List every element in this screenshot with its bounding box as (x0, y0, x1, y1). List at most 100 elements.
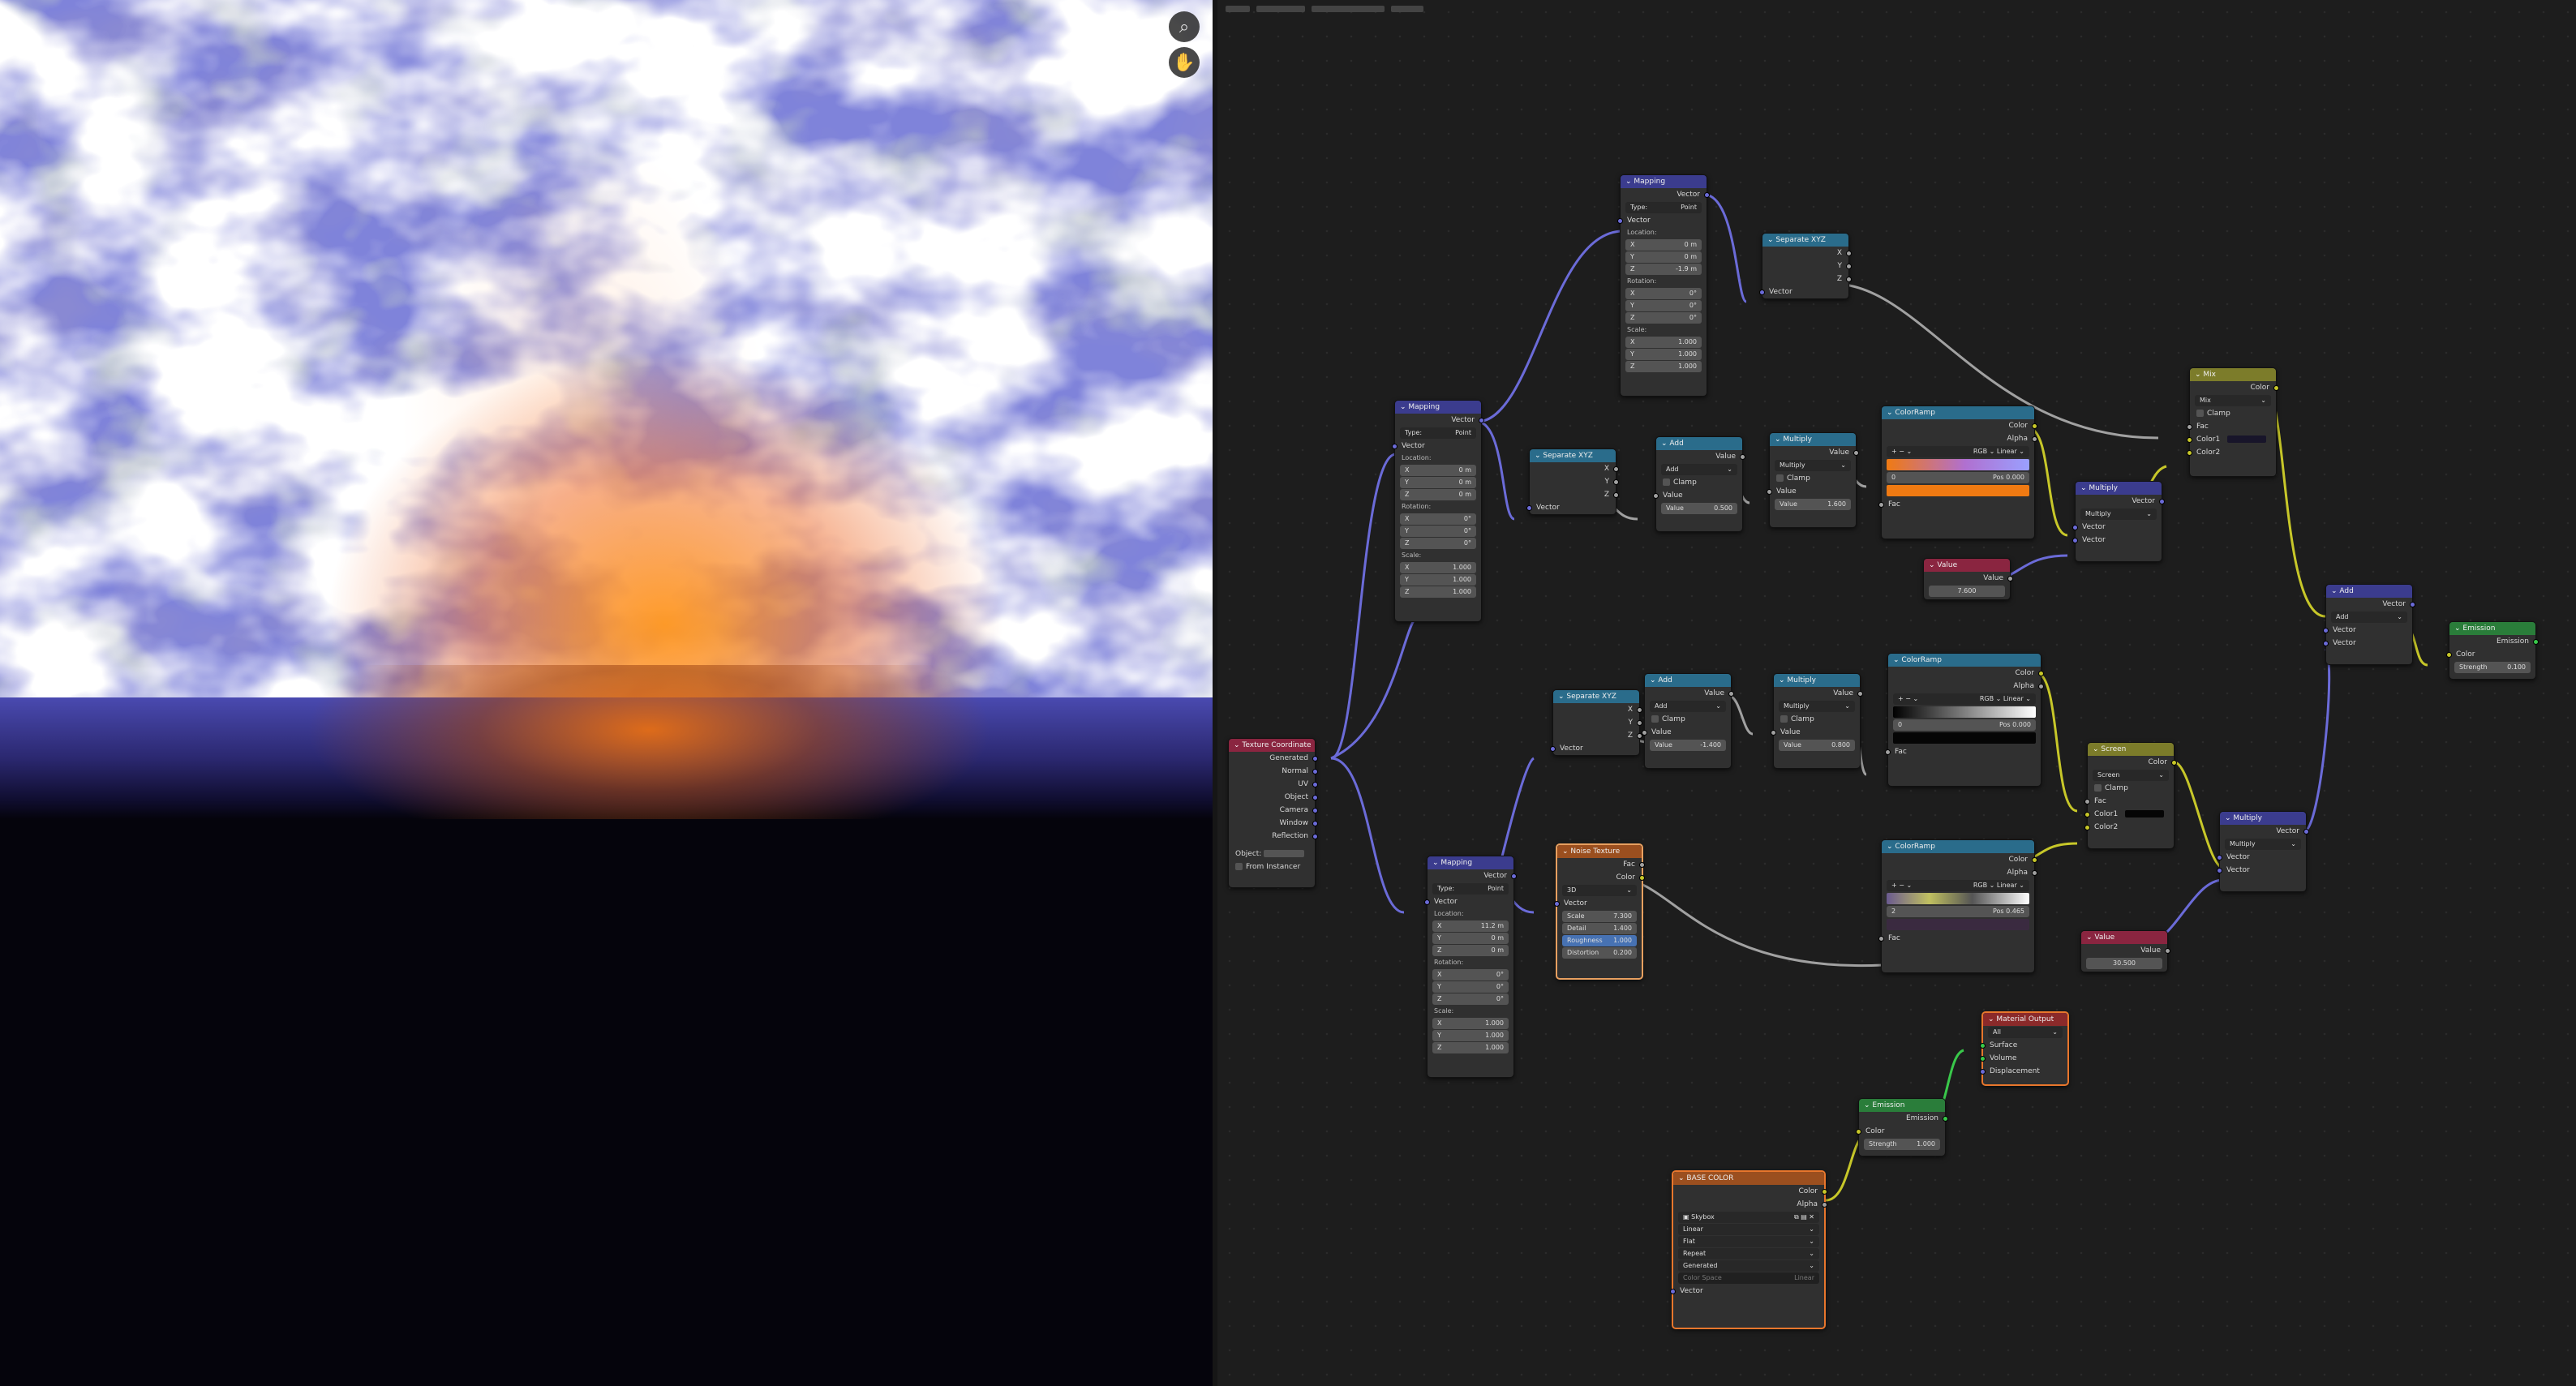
output-value[interactable]: Value (1645, 687, 1734, 700)
input-vector[interactable]: Vector (1526, 501, 1616, 514)
scale-y[interactable]: Y 1.000 (1400, 574, 1476, 586)
mix-rgb-node[interactable]: Mix Color Mix⌄ Clamp Fac Color1 Color2 (2187, 367, 2279, 477)
input-fac[interactable]: Fac (1878, 498, 2034, 511)
output-value[interactable]: Value (1774, 687, 1863, 700)
output-color[interactable]: Color (1882, 853, 2037, 866)
stop-position[interactable]: 2 Pos 0.465 (1887, 906, 2029, 917)
input-value-2[interactable]: Value 1.600 (1775, 499, 1851, 510)
input-vector[interactable]: Vector (1550, 742, 1639, 755)
output-color[interactable]: Color (1673, 1185, 1827, 1198)
operation-dropdown[interactable]: Multiply ⌄ (1775, 460, 1851, 471)
output-reflection[interactable]: Reflection (1229, 830, 1318, 843)
input-value-1[interactable]: Value (1642, 726, 1731, 739)
rotation-z[interactable]: Z 0° (1625, 312, 1702, 324)
projection-dropdown[interactable]: Flat ⌄ (1678, 1236, 1819, 1247)
output-x[interactable]: X (1762, 247, 1852, 260)
colorramp-node-1[interactable]: ColorRamp Color Alpha + − ⌄RGB ⌄ Linear … (1878, 406, 2037, 539)
location-x[interactable]: X0 m (1400, 465, 1476, 476)
noise-texture-node[interactable]: Noise Texture Fac Color 3D⌄ Vector Scale… (1554, 843, 1645, 980)
output-fac[interactable]: Fac (1557, 858, 1645, 871)
input-value-2[interactable]: Value 0.500 (1661, 503, 1737, 514)
vector-add-node[interactable]: Add Vector Add⌄ Vector Vector (2323, 584, 2415, 665)
clamp-checkbox[interactable]: Clamp (1656, 476, 1742, 489)
rotation-x[interactable]: X 0° (1625, 288, 1702, 299)
output-z[interactable]: Z (1762, 272, 1852, 285)
texture-coordinate-node[interactable]: Texture Coordinate Generated Normal UV O… (1228, 738, 1318, 888)
output-z[interactable]: Z (1530, 488, 1619, 501)
location-x[interactable]: X 11.2 m (1432, 920, 1509, 932)
input-vector-1[interactable]: Vector (2323, 624, 2412, 637)
clamp-checkbox[interactable]: Clamp (1774, 713, 1860, 726)
output-color[interactable]: Color (1888, 667, 2044, 680)
from-instancer-checkbox[interactable]: From Instancer (1229, 860, 1315, 873)
location-y[interactable]: Y0 m (1432, 933, 1509, 944)
mapping-node-mid[interactable]: Mapping Vector Type:Point Vector Locatio… (1392, 400, 1484, 622)
scale-y[interactable]: Y 1.000 (1625, 349, 1702, 360)
output-vector[interactable]: Vector (1395, 414, 1484, 427)
input-volume[interactable]: Volume (1980, 1052, 2067, 1065)
operation-dropdown[interactable]: Add ⌄ (1661, 464, 1737, 475)
input-fac[interactable]: Fac (1878, 932, 2034, 945)
output-vector[interactable]: Vector (2326, 598, 2415, 611)
input-value-1[interactable]: Value (1767, 485, 1856, 498)
blend-mode-dropdown[interactable]: Mix ⌄ (2195, 395, 2271, 406)
input-displacement[interactable]: Displacement (1980, 1065, 2067, 1078)
multiply-math-node-top[interactable]: Multiply Value Multiply⌄ Clamp Value Val… (1767, 432, 1859, 528)
vector-multiply-node-top[interactable]: Multiply Vector Multiply⌄ Vector Vector (2072, 481, 2165, 562)
input-fac[interactable]: Fac (1885, 745, 2041, 758)
rotation-z[interactable]: Z 0° (1400, 538, 1476, 549)
input-vector[interactable]: Vector (1392, 440, 1481, 453)
output-value[interactable]: Value (1924, 572, 2013, 585)
dimensions-dropdown[interactable]: 3D ⌄ (1562, 885, 1637, 896)
output-color[interactable]: Color (1882, 419, 2037, 432)
input-vector[interactable]: Vector (1670, 1285, 1824, 1298)
object-field[interactable]: Object: (1229, 847, 1315, 860)
output-z[interactable]: Z (1553, 729, 1642, 742)
image-actions-icon[interactable]: ⧉ ▤ ✕ (1794, 1212, 1814, 1223)
output-alpha[interactable]: Alpha (1673, 1198, 1827, 1211)
rotation-x[interactable]: X 0° (1432, 969, 1509, 980)
output-vector[interactable]: Vector (2076, 495, 2165, 508)
input-vector[interactable]: Vector (1759, 285, 1848, 298)
output-object[interactable]: Object (1229, 791, 1318, 804)
add-math-node-top[interactable]: Add Value Add⌄ Clamp Value Value0.500 (1653, 436, 1745, 532)
ramp-toolbar[interactable]: + − ⌄ RGB ⌄ Linear ⌄ (1893, 693, 2036, 705)
material-output-node[interactable]: Material Output All⌄ Surface Volume Disp… (1980, 1011, 2069, 1086)
add-math-node-low[interactable]: Add Value Add⌄ Clamp Value Value-1.400 (1642, 673, 1734, 769)
scale-x[interactable]: X 1.000 (1400, 562, 1476, 573)
operation-dropdown[interactable]: Multiply ⌄ (2225, 839, 2301, 850)
stop-color-swatch[interactable] (1887, 919, 2029, 930)
separate-xyz-node-top[interactable]: Separate XYZ X Y Z Vector (1759, 233, 1852, 299)
output-vector[interactable]: Vector (2220, 825, 2309, 838)
scale-z[interactable]: Z 1.000 (1625, 361, 1702, 372)
location-z[interactable]: Z0 m (1432, 945, 1509, 956)
scale-y[interactable]: Y 1.000 (1432, 1030, 1509, 1041)
strength-field[interactable]: Strength 1.000 (1864, 1139, 1940, 1150)
gradient-bar[interactable] (1887, 459, 2029, 470)
mapping-node-low[interactable]: Mapping Vector Type:Point Vector Locatio… (1424, 856, 1517, 1078)
3d-viewport[interactable]: ⌕ ✋ (0, 0, 1213, 1386)
output-value[interactable]: Value (1656, 450, 1745, 463)
rotation-y[interactable]: Y 0° (1625, 300, 1702, 311)
input-color2[interactable]: Color2 (2187, 446, 2276, 459)
gradient-bar[interactable] (1887, 893, 2029, 904)
scale-z[interactable]: Z 1.000 (1432, 1042, 1509, 1053)
value-node-2[interactable]: Value Value 30.500 (2080, 930, 2170, 972)
operation-dropdown[interactable]: Multiply ⌄ (1779, 701, 1855, 712)
input-vector-1[interactable]: Vector (2217, 851, 2306, 864)
output-x[interactable]: X (1553, 703, 1642, 716)
output-window[interactable]: Window (1229, 817, 1318, 830)
input-vector-2[interactable]: Vector (2217, 864, 2306, 877)
output-x[interactable]: X (1530, 462, 1619, 475)
target-dropdown[interactable]: All ⌄ (1988, 1027, 2063, 1038)
input-vector[interactable]: Vector (1554, 897, 1642, 910)
mapping-node-top[interactable]: Mapping Vector Type:Point Vector Locatio… (1617, 174, 1710, 397)
multiply-math-node-low[interactable]: Multiply Value Multiply⌄ Clamp Value Val… (1771, 673, 1863, 769)
type-dropdown[interactable]: Type: Point (1432, 883, 1509, 895)
scale-x[interactable]: X 1.000 (1625, 337, 1702, 348)
value-node-1[interactable]: Value Value 7.600 (1923, 558, 2013, 600)
input-color2[interactable]: Color2 (2084, 821, 2174, 834)
ramp-toolbar[interactable]: + − ⌄ RGB ⌄ Linear ⌄ (1887, 446, 2029, 457)
input-vector-2[interactable]: Vector (2072, 534, 2162, 547)
blend-mode-dropdown[interactable]: Screen ⌄ (2093, 770, 2169, 781)
